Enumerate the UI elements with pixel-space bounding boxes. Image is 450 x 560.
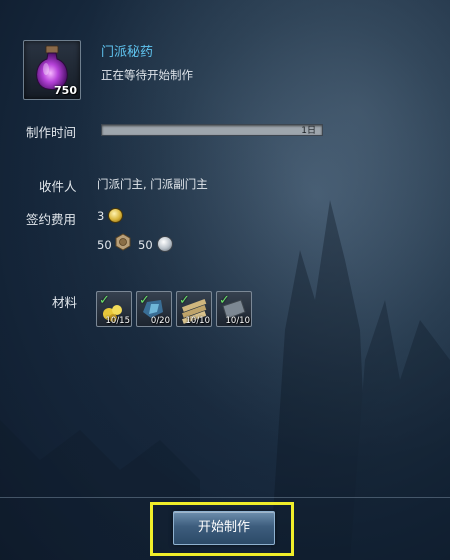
recipient-label: 收件人	[39, 179, 77, 194]
start-crafting-button[interactable]: 开始制作	[173, 511, 275, 545]
contract-fee-label: 签约费用	[26, 212, 77, 227]
silver-coin-icon	[157, 236, 173, 252]
material-slot-4[interactable]: ✓ 10/10	[216, 291, 252, 327]
crafting-time-value: 1日	[301, 126, 316, 136]
material-slot-1[interactable]: ✓ 10/15	[96, 291, 132, 327]
material-count: 10/10	[225, 316, 251, 326]
material-count: 10/15	[105, 316, 131, 326]
material-slot-3[interactable]: ✓ 10/10	[176, 291, 212, 327]
material-count: 10/10	[185, 316, 211, 326]
item-status: 正在等待开始制作	[101, 68, 193, 82]
check-icon: ✓	[219, 293, 230, 308]
footer-divider	[0, 497, 450, 498]
material-count: 0/20	[150, 316, 170, 326]
gold-amount: 3	[97, 209, 105, 223]
materials-label: 材料	[52, 295, 78, 310]
item-count: 750	[54, 84, 77, 97]
check-icon: ✓	[179, 293, 190, 308]
crafting-time-label: 制作时间	[26, 125, 77, 140]
bronze-amount: 50	[97, 238, 112, 252]
gold-coin-icon	[108, 208, 123, 223]
check-icon: ✓	[139, 293, 150, 308]
material-slot-2[interactable]: ✓ 0/20	[136, 291, 172, 327]
silver-amount: 50	[138, 238, 153, 252]
item-slot[interactable]: 750	[23, 40, 81, 100]
item-title: 门派秘药	[101, 45, 154, 60]
bronze-coin-icon	[115, 233, 131, 251]
recipient-value: 门派门主, 门派副门主	[97, 177, 208, 191]
crafting-time-bar: 1日	[101, 124, 323, 136]
check-icon: ✓	[99, 293, 110, 308]
